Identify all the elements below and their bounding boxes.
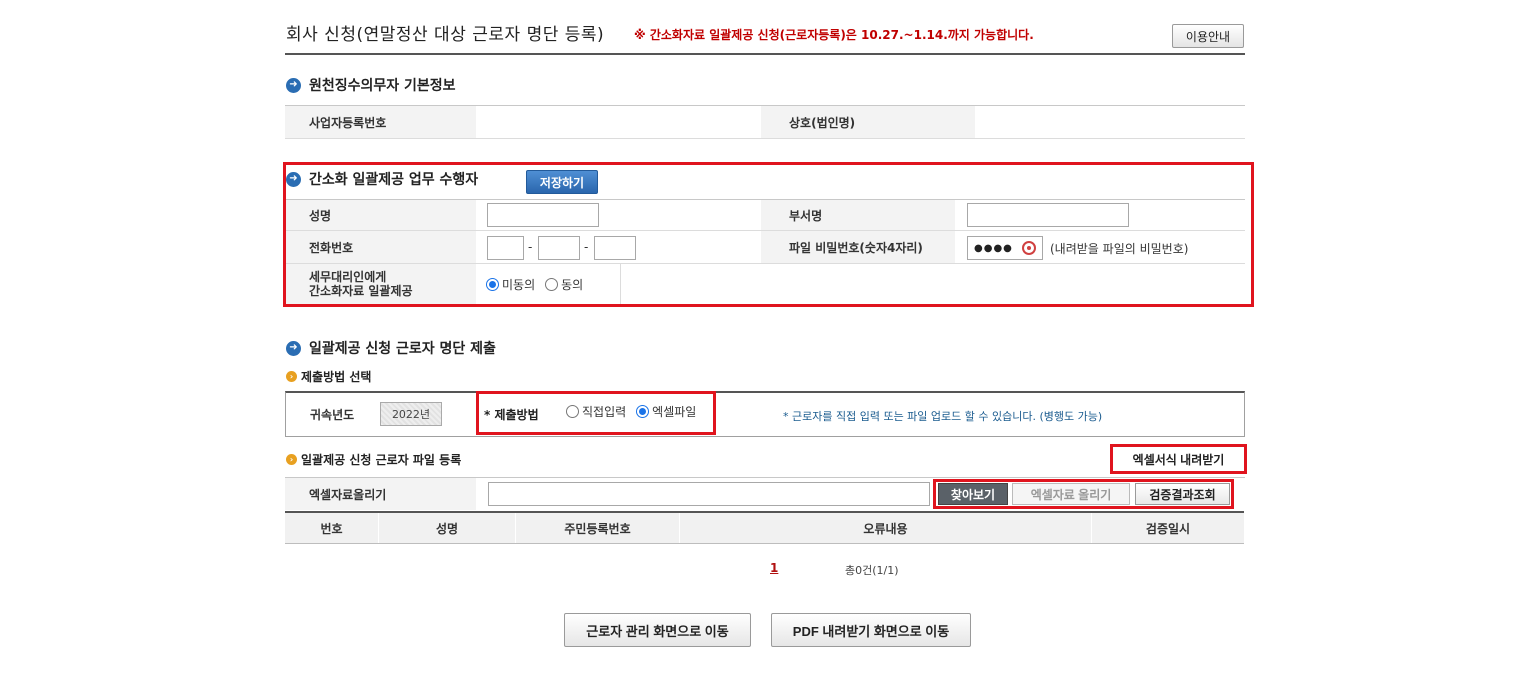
bullet-icon: › <box>286 454 297 465</box>
arrow-circle-icon: ➜ <box>286 340 301 356</box>
col-verified-at: 검증일시 <box>1145 521 1191 536</box>
file-subheader: › 일괄제공 신청 근로자 파일 등록 <box>286 451 461 468</box>
year-label: 귀속년도 <box>310 408 355 422</box>
submission-section-title: 일괄제공 신청 근로자 명단 제출 <box>309 341 496 357</box>
submission-section-header: ➜ 일괄제공 신청 근로자 명단 제출 <box>286 338 496 358</box>
excel-upload-button[interactable]: 엑셀자료 올리기 <box>1012 483 1130 505</box>
business-number-label: 사업자등록번호 <box>285 106 476 138</box>
worker-management-button[interactable]: 근로자 관리 화면으로 이동 <box>564 613 751 647</box>
guide-button[interactable]: 이용안내 <box>1172 24 1244 48</box>
title-divider <box>285 53 1245 55</box>
page-title: 회사 신청(연말정산 대상 근로자 명단 등록) <box>286 25 605 45</box>
col-name: 성명 <box>379 513 516 543</box>
withholder-section-header: ➜ 원천징수의무자 기본정보 <box>286 75 456 95</box>
withholder-section-title: 원천징수의무자 기본정보 <box>309 78 456 94</box>
result-table-header: 번호 성명 주민등록번호 오류내용 검증일시 <box>285 511 1244 544</box>
pdf-download-button[interactable]: PDF 내려받기 화면으로 이동 <box>771 613 971 647</box>
arrow-circle-icon: ➜ <box>286 77 301 93</box>
col-number: 번호 <box>285 513 379 543</box>
page-link-current[interactable]: 1 <box>770 561 778 575</box>
upload-file-path-input[interactable] <box>488 482 930 506</box>
year-field: 2022년 <box>380 402 442 426</box>
method-subheader: › 제출방법 선택 <box>286 368 371 385</box>
col-error: 오류내용 <box>680 513 1092 543</box>
method-highlight-box <box>476 391 716 435</box>
company-name-value <box>975 106 1245 138</box>
period-notice: ※ 간소화자료 일괄제공 신청(근로자등록)은 10.27.~1.14.까지 가… <box>634 28 1034 42</box>
col-resident-number: 주민등록번호 <box>516 513 680 543</box>
excel-template-download-button[interactable]: 엑셀서식 내려받기 <box>1114 448 1243 470</box>
browse-button[interactable]: 찾아보기 <box>938 483 1008 505</box>
business-number-value <box>476 106 761 138</box>
performer-highlight-box <box>283 162 1254 307</box>
file-subtitle: 일괄제공 신청 근로자 파일 등록 <box>301 453 462 467</box>
withholder-table-bottom <box>285 138 1245 139</box>
upload-label: 엑셀자료올리기 <box>285 478 476 510</box>
verify-result-button[interactable]: 검증결과조회 <box>1135 483 1230 505</box>
company-name-label: 상호(법인명) <box>761 106 975 138</box>
bullet-icon: › <box>286 371 297 382</box>
method-note: * 근로자를 직접 입력 또는 파일 업로드 할 수 있습니다. (병행도 가능… <box>783 410 1103 423</box>
method-subtitle: 제출방법 선택 <box>301 370 372 384</box>
pagination-summary: 총0건(1/1) <box>845 564 899 577</box>
